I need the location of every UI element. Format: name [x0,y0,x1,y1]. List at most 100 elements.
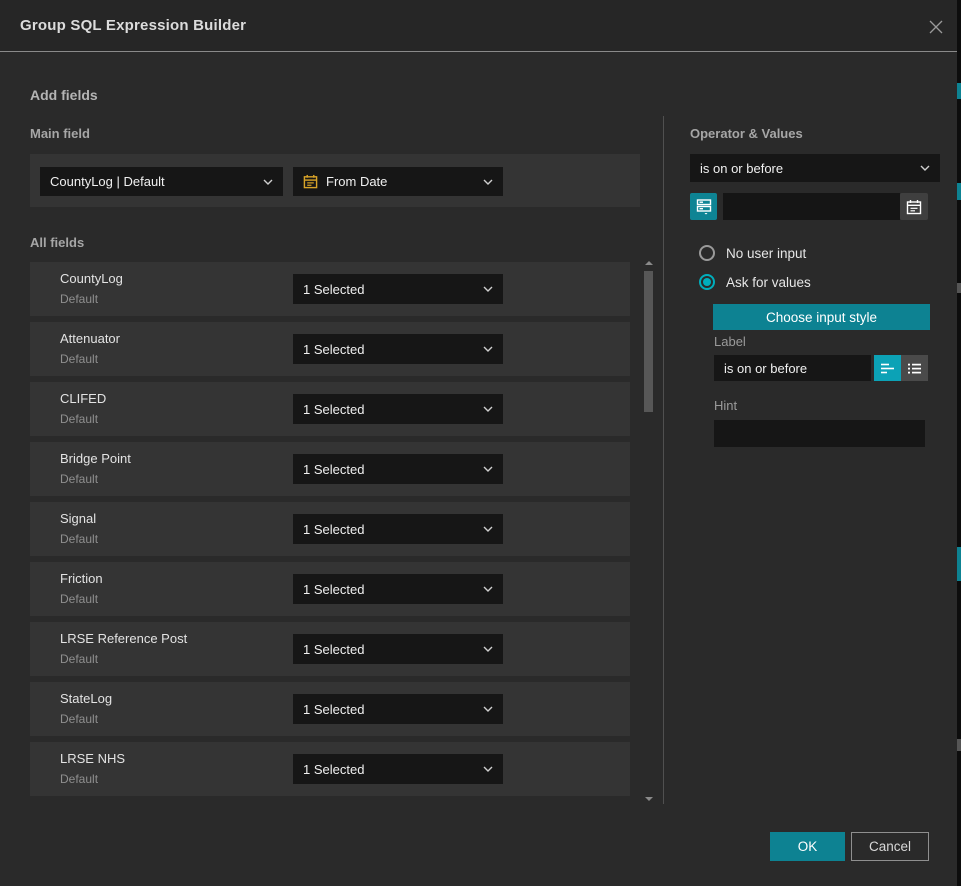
field-selection-dropdown[interactable]: 1 Selected [293,514,503,544]
hint-field-label: Hint [714,398,737,413]
label-field-label: Label [714,334,746,349]
all-fields-heading: All fields [30,235,84,250]
list-icon [907,362,922,375]
background-app-edge [957,0,961,886]
field-row: LRSE NHS Default 1 Selected [30,742,630,796]
radio-no-user-input[interactable]: No user input [699,245,806,261]
field-name: Friction [60,571,103,586]
field-row: Bridge Point Default 1 Selected [30,442,630,496]
main-field-panel: CountyLog | Default From Date [30,154,640,207]
close-button[interactable] [925,16,947,38]
chevron-down-icon [483,346,493,352]
field-name: CLIFED [60,391,106,406]
value-list-icon [696,198,712,215]
chevron-down-icon [920,165,930,171]
field-selection-dropdown[interactable]: 1 Selected [293,634,503,664]
field-subtitle: Default [60,472,98,486]
field-subtitle: Default [60,292,98,306]
field-selection-dropdown[interactable]: 1 Selected [293,454,503,484]
chevron-down-icon [483,179,493,185]
chevron-down-icon [483,586,493,592]
field-subtitle: Default [60,532,98,546]
field-row: Signal Default 1 Selected [30,502,630,556]
chevron-down-icon [483,286,493,292]
radio-selected-icon[interactable] [699,274,715,290]
list-style-toggle[interactable] [901,355,928,381]
chevron-down-icon [483,766,493,772]
field-row: CountyLog Default 1 Selected [30,262,630,316]
label-input[interactable] [714,355,871,381]
scroll-down-arrow-icon[interactable] [645,797,653,801]
field-selection-dropdown[interactable]: 1 Selected [293,694,503,724]
field-subtitle: Default [60,712,98,726]
field-name: LRSE Reference Post [60,631,187,646]
field-subtitle: Default [60,412,98,426]
single-line-icon [880,362,895,375]
operator-value: is on or before [700,161,783,176]
radio-unselected-icon[interactable] [699,245,715,261]
hint-input[interactable] [714,420,925,447]
chevron-down-icon [483,646,493,652]
operator-dropdown[interactable]: is on or before [690,154,940,182]
field-selection-value: 1 Selected [303,282,364,297]
field-name: Signal [60,511,96,526]
calendar-icon [906,199,922,215]
main-dataset-dropdown[interactable]: CountyLog | Default [40,167,283,196]
field-subtitle: Default [60,352,98,366]
field-name: CountyLog [60,271,123,286]
field-selection-value: 1 Selected [303,762,364,777]
unique-values-button[interactable] [690,193,717,220]
calendar-icon [303,174,318,189]
field-selection-value: 1 Selected [303,522,364,537]
field-selection-dropdown[interactable]: 1 Selected [293,274,503,304]
cancel-button[interactable]: Cancel [851,832,929,861]
field-row: StateLog Default 1 Selected [30,682,630,736]
radio-label[interactable]: Ask for values [726,275,811,290]
main-field-heading: Main field [30,126,90,141]
single-line-style-toggle[interactable] [874,355,901,381]
field-selection-value: 1 Selected [303,642,364,657]
scrollbar-thumb[interactable] [644,271,653,412]
field-row: Attenuator Default 1 Selected [30,322,630,376]
main-field-dropdown[interactable]: From Date [293,167,503,196]
field-selection-dropdown[interactable]: 1 Selected [293,394,503,424]
date-picker-button[interactable] [900,193,928,220]
field-subtitle: Default [60,592,98,606]
field-selection-value: 1 Selected [303,402,364,417]
group-sql-expression-builder-dialog: Group SQL Expression Builder Add fields … [0,0,961,886]
field-subtitle: Default [60,772,98,786]
field-row: Friction Default 1 Selected [30,562,630,616]
fields-list-scrollbar[interactable] [643,258,655,804]
chevron-down-icon [483,526,493,532]
field-name: Attenuator [60,331,120,346]
field-selection-value: 1 Selected [303,342,364,357]
chevron-down-icon [483,466,493,472]
field-name: LRSE NHS [60,751,125,766]
field-selection-value: 1 Selected [303,582,364,597]
close-icon [928,19,944,35]
field-selection-value: 1 Selected [303,462,364,477]
ok-button[interactable]: OK [770,832,845,861]
field-name: StateLog [60,691,112,706]
field-selection-dropdown[interactable]: 1 Selected [293,754,503,784]
radio-ask-for-values[interactable]: Ask for values [699,274,811,290]
field-row: LRSE Reference Post Default 1 Selected [30,622,630,676]
title-bar: Group SQL Expression Builder [0,0,957,52]
field-row: CLIFED Default 1 Selected [30,382,630,436]
operator-values-heading: Operator & Values [690,126,803,141]
dialog-title: Group SQL Expression Builder [20,17,246,34]
field-selection-dropdown[interactable]: 1 Selected [293,334,503,364]
field-name: Bridge Point [60,451,131,466]
main-dataset-value: CountyLog | Default [50,174,165,189]
date-value-input[interactable] [723,193,900,220]
chevron-down-icon [483,706,493,712]
choose-input-style-button[interactable]: Choose input style [713,304,930,330]
field-selection-value: 1 Selected [303,702,364,717]
chevron-down-icon [263,179,273,185]
scroll-up-arrow-icon[interactable] [645,261,653,265]
panel-divider [663,116,664,804]
field-subtitle: Default [60,652,98,666]
add-fields-heading: Add fields [30,87,98,103]
radio-label[interactable]: No user input [726,246,806,261]
field-selection-dropdown[interactable]: 1 Selected [293,574,503,604]
